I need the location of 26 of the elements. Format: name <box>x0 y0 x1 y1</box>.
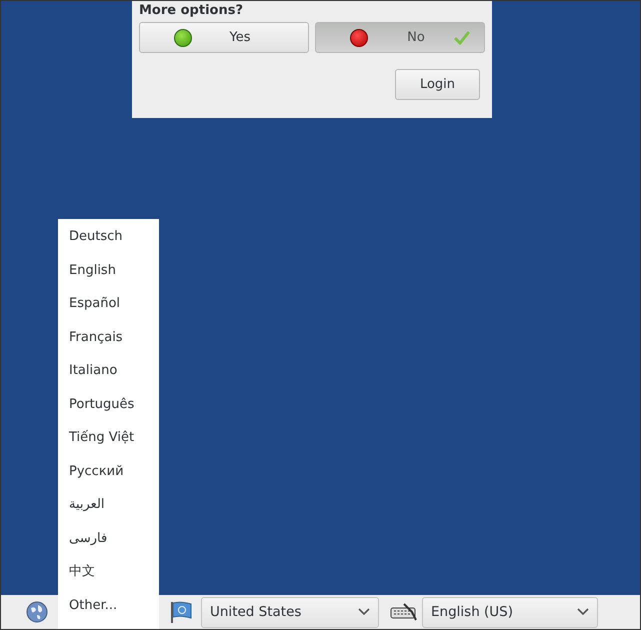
status-dot-icon <box>174 28 192 46</box>
option-toggle-button[interactable]: No <box>315 22 485 53</box>
language-menu-item[interactable]: Français <box>58 324 159 357</box>
region-dropdown[interactable]: United States <box>201 596 379 628</box>
keyboard-icon <box>390 602 418 622</box>
language-menu-item[interactable]: Español <box>58 290 159 324</box>
language-menu-item[interactable]: English <box>58 256 159 290</box>
chevron-down-icon <box>358 608 370 616</box>
language-menu-item[interactable]: فارسی <box>58 524 159 558</box>
dialog-title: More options? <box>139 2 244 20</box>
language-menu-item[interactable]: Русский <box>58 458 159 491</box>
globe-icon[interactable] <box>26 601 48 623</box>
keyboard-layout-dropdown[interactable]: English (US) <box>422 596 598 628</box>
checkmark-icon <box>454 30 470 44</box>
language-menu-item[interactable]: Italiano <box>58 357 159 390</box>
language-menu-item[interactable]: Português <box>58 390 159 424</box>
language-menu-item[interactable]: Deutsch <box>58 223 159 256</box>
flag-icon <box>169 601 193 623</box>
language-menu-item[interactable]: Tiếng Việt <box>58 424 159 458</box>
login-button[interactable]: Login <box>395 69 480 100</box>
language-menu-item[interactable]: Other... <box>58 592 159 625</box>
language-menu-item[interactable]: 中文 <box>58 558 159 592</box>
language-menu-item[interactable]: العربية <box>58 491 159 524</box>
chevron-down-icon <box>577 608 589 616</box>
option-toggle-button[interactable]: Yes <box>139 22 309 53</box>
status-dot-icon <box>350 28 368 46</box>
